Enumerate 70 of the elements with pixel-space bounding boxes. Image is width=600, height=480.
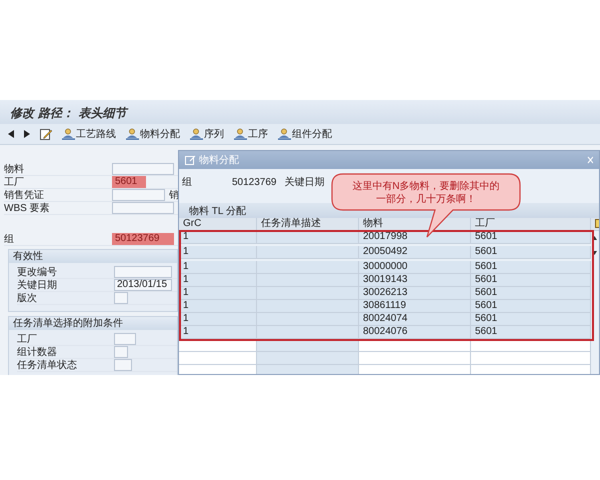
table-cell: 5601 [471,313,591,326]
field-label: 组计数器 [17,346,58,360]
input-field[interactable] [114,266,172,278]
field-label: 组 [4,232,15,246]
table-cell: 5601 [471,274,591,287]
column-header[interactable]: 任务清单描述 [257,218,359,231]
group-title: 有效性 [9,250,177,263]
forward-button[interactable] [24,130,30,138]
field-label: 工厂 [17,332,38,346]
field-label: 更改编号 [17,266,58,280]
table-cell: 1 [179,231,257,244]
toolbar-button[interactable]: 序列 [190,126,224,142]
field-label: 组 [182,176,193,190]
input-field[interactable] [114,292,128,304]
table-cell: 20050492 [359,246,471,259]
table-cell: 1 [179,313,257,326]
table-cell: 5601 [471,287,591,300]
input-field[interactable] [114,359,132,371]
table-cell: 1 [179,326,257,339]
table-cell: 5601 [471,261,591,274]
toolbar-button[interactable]: 物料分配 [126,126,180,142]
toolbar-button[interactable]: 工序 [234,126,268,142]
table-cell: 1 [179,246,257,259]
field-label: 任务清单状态 [17,358,78,372]
input-field[interactable] [114,346,128,358]
field-label: 销 [169,188,179,202]
table-cell: 30026213 [359,287,471,300]
table-cell: 30000000 [359,261,471,274]
input-field[interactable] [112,163,174,175]
table-cell: 1 [179,261,257,274]
field-label: WBS 要素 [4,202,51,216]
person-icon [278,128,291,140]
table-cell: 30861119 [359,300,471,313]
input-field[interactable] [112,202,174,214]
edit-button[interactable] [40,128,52,140]
table-cell: 80024076 [359,326,471,339]
column-header[interactable]: 工厂 [471,218,591,231]
field-label: 关键日期 [284,176,324,190]
field-value: 50123769 [232,176,276,190]
person-icon [62,128,75,140]
back-button[interactable] [8,130,14,138]
table-cell: 5601 [471,231,591,244]
table-cell: 1 [179,287,257,300]
table-cell: 80024074 [359,313,471,326]
field-label: 物料 [4,162,25,176]
field-label: 关键日期 [17,278,58,292]
field-label: 工厂 [4,176,25,190]
field-label: 销售凭证 [4,188,45,202]
person-icon [190,128,203,140]
table-cell: 5601 [471,326,591,339]
table-cell: 30019143 [359,274,471,287]
window-icon [185,152,196,168]
layout-icon[interactable] [591,218,599,231]
table-cell: 5601 [471,246,591,259]
table-cell: 1 [179,274,257,287]
dialog-title: 物料分配 [199,154,239,168]
toolbar-button[interactable]: 组件分配 [278,126,332,142]
table-cell: 20017998 [359,231,471,244]
group-title: 任务清单选择的附加条件 [9,317,177,330]
input-field[interactable] [112,189,165,201]
person-icon [126,128,139,140]
page-title: 修改 路径： 表头细节 [10,105,130,122]
input-field[interactable]: 2013/01/15 [114,279,172,291]
input-field[interactable] [114,333,136,345]
toolbar-button[interactable]: 工艺路线 [62,126,116,142]
column-header[interactable]: GrC [179,218,257,231]
field-label: 版次 [17,292,38,306]
person-icon [234,128,247,140]
table-cell: 1 [179,300,257,313]
table-cell: 5601 [471,300,591,313]
